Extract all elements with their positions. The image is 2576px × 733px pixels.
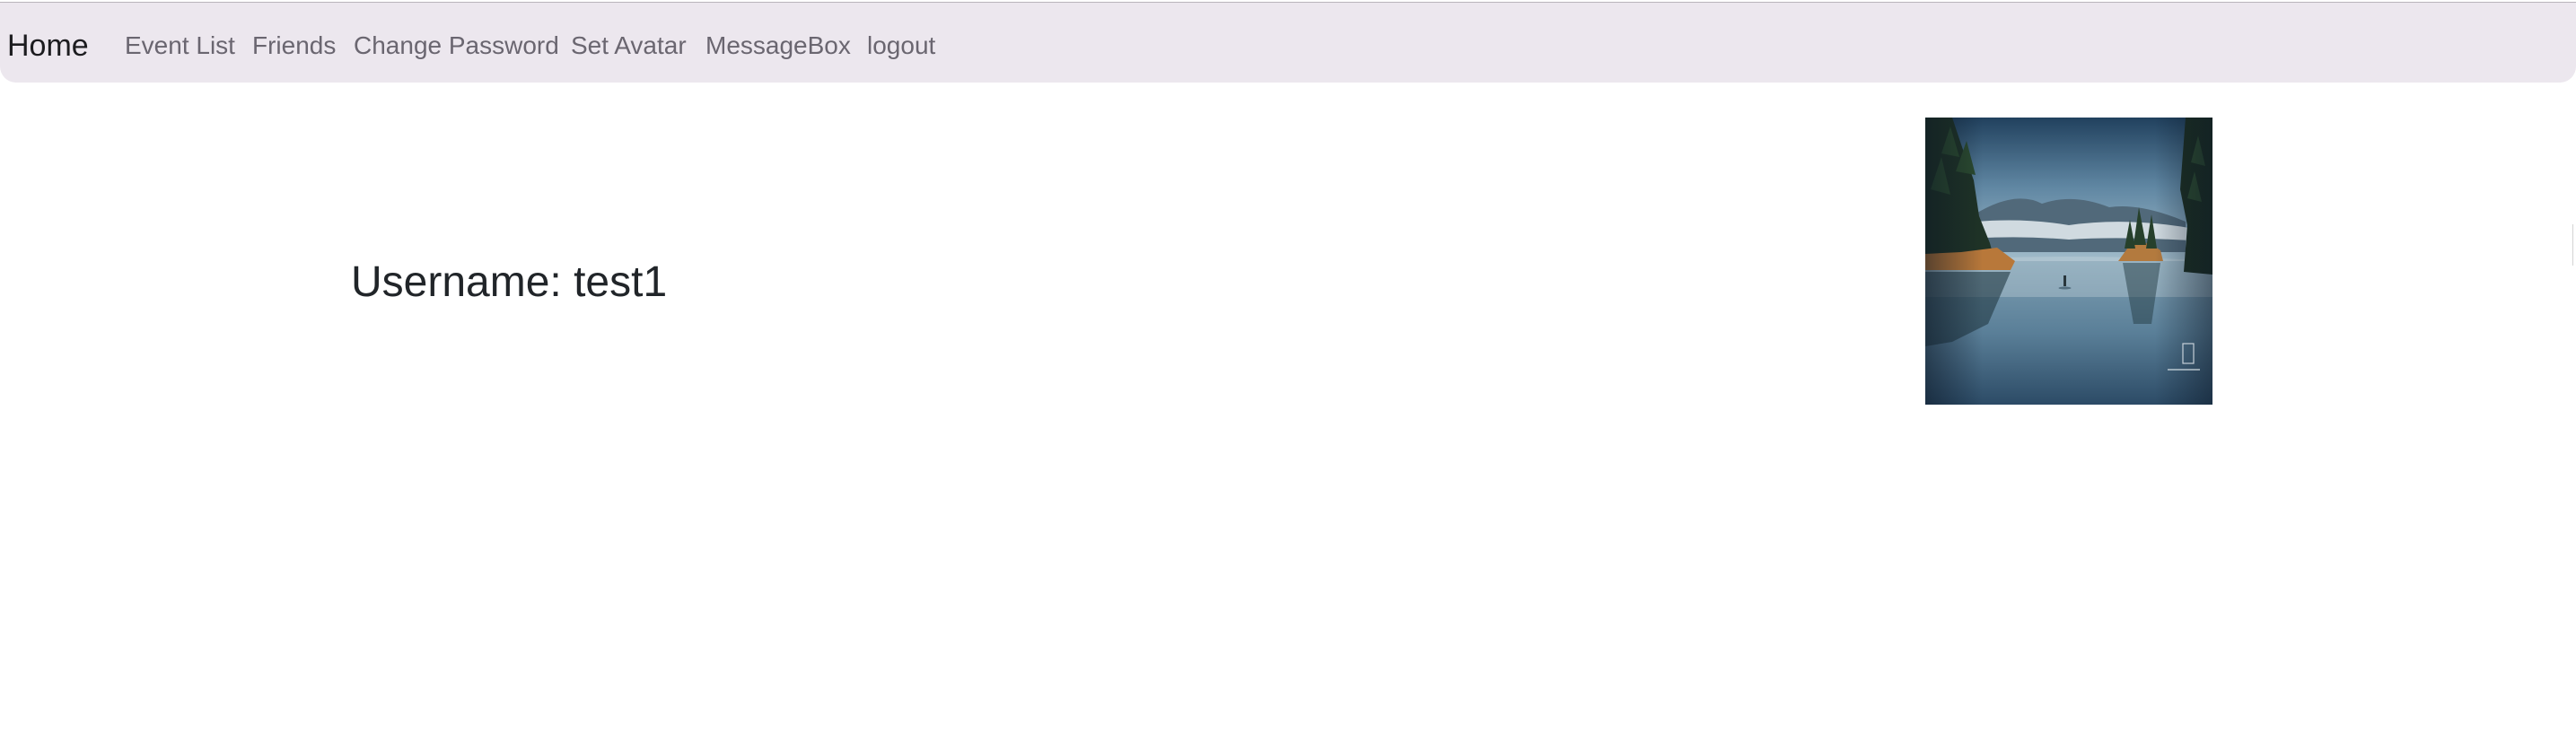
- nav-item-messagebox[interactable]: MessageBox: [705, 31, 851, 61]
- home-link[interactable]: Home: [7, 28, 89, 64]
- nav-item-friends[interactable]: Friends: [252, 31, 336, 61]
- nav-item-change-password[interactable]: Change Password: [354, 31, 559, 61]
- nav-item-logout[interactable]: logout: [867, 31, 935, 61]
- nav-item-set-avatar[interactable]: Set Avatar: [571, 31, 687, 61]
- avatar-image: [1925, 118, 2212, 405]
- nav-item-event-list[interactable]: Event List: [125, 31, 235, 61]
- scrollbar-edge: [2572, 224, 2576, 266]
- username-label: Username: test1: [351, 258, 668, 306]
- top-navbar: Home Event List Friends Change Password …: [0, 2, 2576, 83]
